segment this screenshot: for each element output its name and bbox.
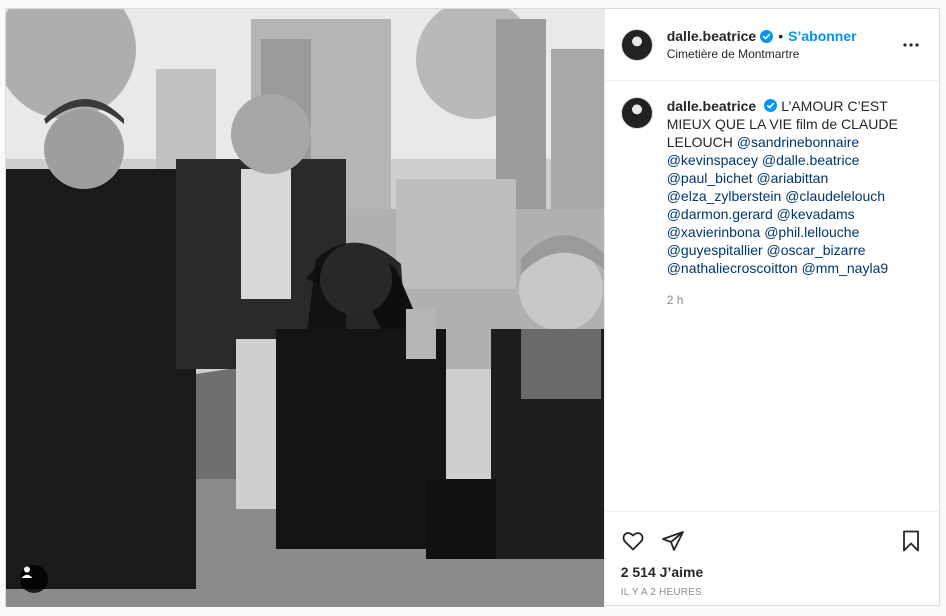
save-button[interactable] [899,529,923,553]
header-line: dalle.beatrice • S’abonner [667,28,899,44]
user-tag-button[interactable] [20,565,48,593]
like-count[interactable]: 2 514 J’aime [605,561,939,583]
bookmark-icon [903,530,919,551]
post-container: dalle.beatrice • S’abonner Cimetière de … [5,8,940,607]
post-side-panel: dalle.beatrice • S’abonner Cimetière de … [603,9,939,607]
caption-timestamp[interactable]: 2 h [667,291,923,309]
separator-dot: • [778,28,784,44]
location-link[interactable]: Cimetière de Montmartre [667,47,899,61]
more-options-button[interactable] [899,33,923,57]
caption: dalle.beatrice L’AMOUR C’EST MIEUX QUE L… [620,97,923,309]
follow-button[interactable]: S’abonner [788,28,856,44]
photo-illustration [6,9,604,607]
post-photo[interactable] [6,9,604,607]
mention-link[interactable]: @kevinspacey [667,152,758,168]
post-timestamp[interactable]: IL Y A 2 HEURES [605,583,939,607]
mention-link[interactable]: @claudelelouch [785,188,885,204]
mention-link[interactable]: @kevadams [777,206,855,222]
comments-area: dalle.beatrice L’AMOUR C’EST MIEUX QUE L… [605,81,939,511]
paper-plane-icon [661,530,684,551]
verified-badge-icon [764,99,778,112]
caption-username-link[interactable]: dalle.beatrice [667,98,757,114]
verified-badge-icon [760,29,774,43]
user-tag-icon [21,566,33,578]
mention-link[interactable]: @phil.lellouche [764,224,859,240]
like-button[interactable] [621,529,645,553]
share-button[interactable] [661,529,685,553]
mention-link[interactable]: @dalle.beatrice [762,152,860,168]
mention-link[interactable]: @sandrinebonnaire [737,134,859,150]
mention-link[interactable]: @oscar_bizarre [767,242,866,258]
username-link[interactable]: dalle.beatrice [667,28,757,44]
caption-body: dalle.beatrice L’AMOUR C’EST MIEUX QUE L… [667,97,923,309]
mention-link[interactable]: @xavierinbona [667,224,761,240]
mention-link[interactable]: @mm_nayla9 [802,260,889,276]
avatar[interactable] [620,28,653,61]
mention-link[interactable]: @nathaliecroscoitton [667,260,798,276]
more-options-icon [903,42,919,47]
header-text: dalle.beatrice • S’abonner Cimetière de … [667,28,899,61]
caption-avatar[interactable] [620,97,653,129]
mention-link[interactable]: @guyespitallier [667,242,763,258]
heart-icon [622,531,644,550]
post-header: dalle.beatrice • S’abonner Cimetière de … [604,9,939,81]
mention-link[interactable]: @elza_zylberstein [667,188,782,204]
mention-link[interactable]: @ariabittan [756,170,828,186]
mention-link[interactable]: @paul_bichet [667,170,753,186]
mention-link[interactable]: @darmon.gerard [667,206,773,222]
action-bar [604,511,939,561]
